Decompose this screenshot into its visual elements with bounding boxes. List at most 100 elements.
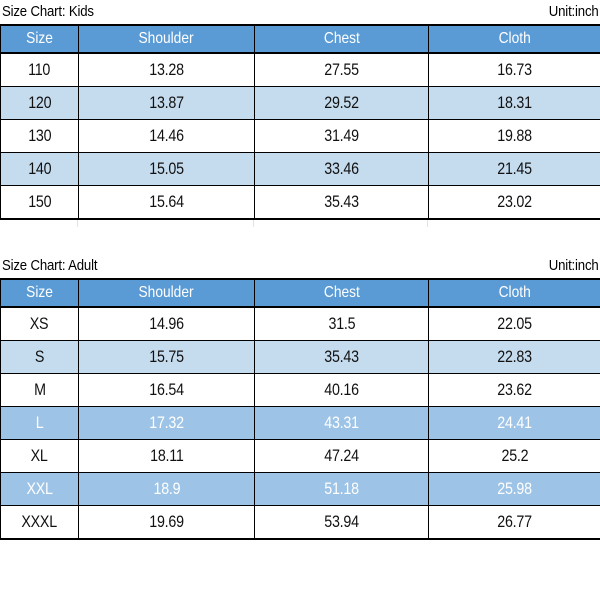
cell-cloth-value: 22.83 [497,347,532,366]
cell-size: XL [0,439,79,473]
cell-size-value: S [34,347,45,366]
kids-size-table: Size Shoulder Chest Cloth 110 13.28 27.5… [0,24,600,220]
cell-shoulder: 14.96 [78,306,255,341]
cell-shoulder-value: 13.28 [149,60,184,79]
cell-chest: 33.46 [254,152,429,186]
cell-chest: 35.43 [254,185,429,220]
cell-chest-value: 29.52 [324,93,359,112]
cell-cloth-value: 22.05 [497,314,532,333]
cell-cloth-value: 19.88 [497,126,532,145]
cell-chest: 40.16 [254,373,429,407]
cell-size: L [0,406,79,440]
size-chart-adult: Size Chart: Adult Unit:inch Size Shoulde… [0,256,600,540]
cell-cloth: 16.73 [428,52,600,87]
adult-col-header-cloth-label: Cloth [498,284,531,301]
cell-chest: 35.43 [254,340,429,374]
cell-chest-value: 31.49 [324,126,359,145]
table-row: 130 14.46 31.49 19.88 [0,119,600,153]
cell-cloth-value: 25.2 [501,446,528,465]
cell-shoulder-value: 19.69 [149,512,184,531]
cell-chest: 43.31 [254,406,429,440]
kids-caption-row: Size Chart: Kids Unit:inch [0,2,600,24]
adult-col-header-chest: Chest [254,278,429,308]
cell-shoulder: 18.11 [78,439,255,473]
cell-size-value: XL [31,446,48,465]
cell-size: XXXL [0,505,79,540]
cell-shoulder-value: 14.96 [149,314,184,333]
cell-size: 130 [0,119,79,153]
cell-cloth-value: 23.02 [497,192,532,211]
cell-chest: 27.55 [254,52,429,87]
cell-size: 120 [0,86,79,120]
column-tick-mark [427,220,428,227]
cell-shoulder: 15.05 [78,152,255,186]
cell-chest: 53.94 [254,505,429,540]
chart-separator-gap [0,220,600,256]
cell-shoulder-value: 17.32 [149,413,184,432]
cell-cloth-value: 25.98 [497,479,532,498]
adult-col-header-shoulder: Shoulder [78,278,255,308]
cell-chest-value: 47.24 [324,446,359,465]
column-tick-mark [77,220,78,227]
cell-size-value: M [33,380,46,399]
cell-size: XXL [0,472,79,506]
cell-shoulder-value: 15.05 [149,159,184,178]
adult-caption-row: Size Chart: Adult Unit:inch [0,256,600,278]
kids-col-header-chest: Chest [254,24,429,54]
cell-shoulder: 19.69 [78,505,255,540]
adult-col-header-shoulder-label: Shoulder [138,284,195,301]
cell-cloth: 21.45 [428,152,600,186]
table-row: XL 18.11 47.24 25.2 [0,439,600,473]
cell-shoulder: 16.54 [78,373,255,407]
table-row: 140 15.05 33.46 21.45 [0,152,600,186]
cell-shoulder: 13.28 [78,52,255,87]
table-row: 150 15.64 35.43 23.02 [0,185,600,220]
cell-cloth: 18.31 [428,86,600,120]
cell-chest: 31.5 [254,306,429,341]
kids-col-header-shoulder-label: Shoulder [138,30,195,47]
cell-chest-value: 53.94 [324,512,359,531]
kids-chart-title: Size Chart: Kids [2,3,94,20]
cell-shoulder: 14.46 [78,119,255,153]
table-row: 120 13.87 29.52 18.31 [0,86,600,120]
table-row: L 17.32 43.31 24.41 [0,406,600,440]
table-row: 110 13.28 27.55 16.73 [0,52,600,87]
table-row: XS 14.96 31.5 22.05 [0,306,600,341]
cell-size-value: 110 [28,60,51,79]
cell-shoulder: 15.75 [78,340,255,374]
cell-cloth: 19.88 [428,119,600,153]
cell-chest-value: 27.55 [324,60,359,79]
cell-cloth: 26.77 [428,505,600,540]
cell-shoulder-value: 14.46 [149,126,184,145]
cell-chest-value: 35.43 [324,192,359,211]
cell-chest: 29.52 [254,86,429,120]
cell-shoulder-value: 13.87 [149,93,184,112]
kids-col-header-size: Size [0,24,79,54]
cell-size-value: XS [30,314,49,333]
cell-chest: 31.49 [254,119,429,153]
cell-size: 110 [0,52,79,87]
table-row: XXXL 19.69 53.94 26.77 [0,505,600,540]
cell-cloth: 23.62 [428,373,600,407]
adult-header-row: Size Shoulder Chest Cloth [0,278,600,308]
kids-col-header-cloth-label: Cloth [498,30,531,47]
cell-size-value: XXL [26,479,53,498]
size-chart-kids: Size Chart: Kids Unit:inch Size Shoulder… [0,2,600,220]
adult-col-header-chest-label: Chest [323,284,360,301]
cell-cloth: 22.05 [428,306,600,341]
cell-size-value: 130 [27,126,52,145]
cell-shoulder-value: 16.54 [149,380,184,399]
cell-chest-value: 40.16 [324,380,359,399]
cell-cloth-value: 23.62 [497,380,532,399]
cell-cloth-value: 18.31 [497,93,532,112]
cell-shoulder-value: 15.64 [149,192,184,211]
adult-chart-title: Size Chart: Adult [2,257,98,274]
cell-shoulder-value: 18.9 [153,479,180,498]
cell-shoulder: 17.32 [78,406,255,440]
kids-col-header-shoulder: Shoulder [78,24,255,54]
cell-size-value: 150 [27,192,52,211]
table-row: XXL 18.9 51.18 25.98 [0,472,600,506]
cell-shoulder: 18.9 [78,472,255,506]
cell-shoulder: 13.87 [78,86,255,120]
size-chart-page: Size Chart: Kids Unit:inch Size Shoulder… [0,0,600,600]
